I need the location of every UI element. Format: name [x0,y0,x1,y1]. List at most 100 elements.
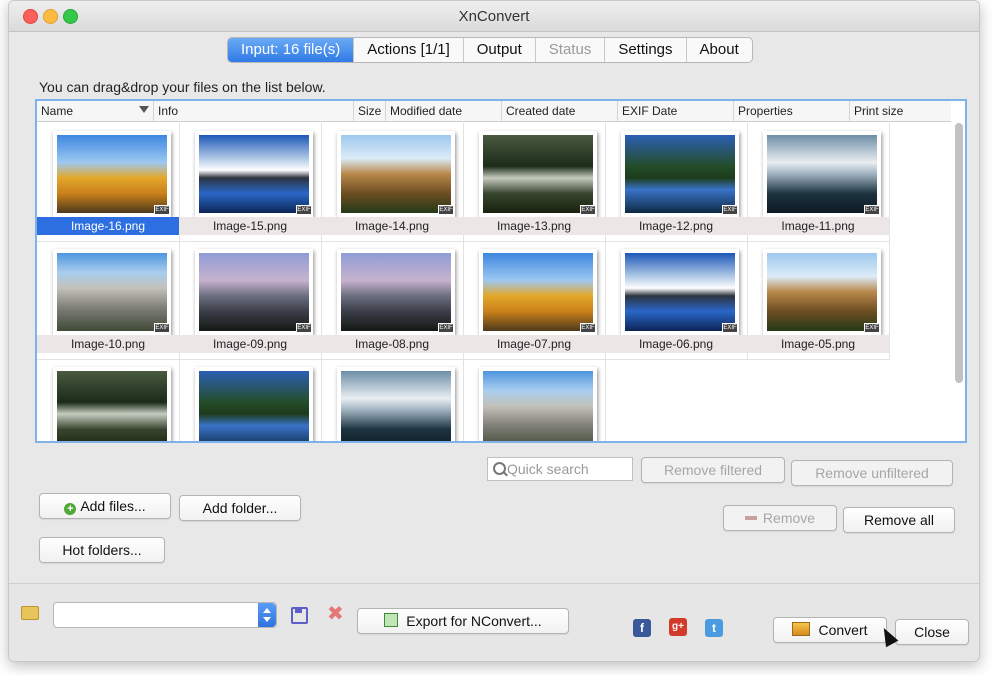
remove-icon [744,516,757,520]
image-thumbnail: EXIF [195,367,313,443]
file-name-label: Image-13.png [463,217,605,235]
exif-badge-icon: EXIF [864,205,880,215]
tab-status[interactable]: Status [536,38,606,62]
search-icon [493,462,506,475]
quick-search-input[interactable]: Quick search [487,457,633,481]
image-thumbnail: EXIF [53,131,171,217]
column-info[interactable]: Info [153,101,268,121]
export-label: Export for NConvert... [406,613,542,629]
image-thumbnail: EXIF [763,131,881,217]
image-thumbnail: EXIF [621,131,739,217]
exif-badge-icon: EXIF [722,323,738,333]
facebook-icon[interactable]: f [633,619,651,637]
file-thumbnail-cell[interactable]: EXIF Image-14.png [321,123,464,242]
export-nconvert-button[interactable]: Export for NConvert... [357,608,569,634]
file-thumbnail-cell[interactable]: EXIF Image-07.png [463,241,606,360]
tab-input[interactable]: Input: 16 file(s) [228,38,355,62]
file-list-scrollbar[interactable] [955,123,963,383]
file-thumbnail-cell[interactable]: EXIF Image-06.png [605,241,748,360]
exif-badge-icon: EXIF [580,441,596,443]
tab-about[interactable]: About [687,38,752,62]
image-thumbnail: EXIF [337,249,455,335]
image-thumbnail: EXIF [195,249,313,335]
file-name-label: Image-09.png [179,335,321,353]
file-name-label: Image-06.png [605,335,747,353]
file-name-label: Image-12.png [605,217,747,235]
remove-filtered-button[interactable]: Remove filtered [641,457,785,483]
preset-select[interactable] [53,602,277,628]
image-thumbnail: EXIF [479,249,597,335]
file-thumbnail-cell[interactable]: EXIF Image-16.png [37,123,180,242]
exif-badge-icon: EXIF [438,205,454,215]
file-name-label: Image-05.png [747,335,889,353]
file-thumbnail-cell[interactable]: EXIF Image-15.png [179,123,322,242]
column-modified-date[interactable]: Modified date [385,101,490,121]
column-name[interactable]: Name [37,101,151,121]
column-size[interactable]: Size [353,101,388,121]
window-title: XnConvert [458,8,530,25]
exif-badge-icon: EXIF [154,323,170,333]
image-thumbnail: EXIF [195,131,313,217]
close-button[interactable]: Close [895,619,969,645]
file-thumbnail-cell[interactable]: EXIF [179,359,322,443]
file-list[interactable]: Name Info Size Modified date Created dat… [35,99,967,443]
column-created-date[interactable]: Created date [501,101,606,121]
remove-all-button[interactable]: Remove all [843,507,955,533]
file-thumbnail-cell[interactable]: EXIF Image-05.png [747,241,890,360]
image-thumbnail: EXIF [53,367,171,443]
exif-badge-icon: EXIF [154,205,170,215]
image-thumbnail: EXIF [337,367,455,441]
remove-label: Remove [762,510,816,526]
save-preset-icon[interactable] [291,607,308,624]
preset-stepper-icon[interactable] [258,603,276,627]
file-thumbnail-cell[interactable]: EXIF Image-12.png [605,123,748,242]
file-name-label: Image-14.png [321,217,463,235]
add-icon: + [64,503,77,515]
column-exif-date[interactable]: EXIF Date [617,101,722,121]
file-thumbnail-cell[interactable]: EXIF [37,359,180,443]
quick-search-placeholder: Quick search [507,461,589,477]
file-thumbnail-cell[interactable]: EXIF Image-10.png [37,241,180,360]
main-tabs: Input: 16 file(s) Actions [1/1] Output S… [227,37,753,63]
exif-badge-icon: EXIF [296,441,312,443]
exif-badge-icon: EXIF [296,205,312,215]
folder-icon[interactable] [21,606,39,620]
file-thumbnail-cell[interactable]: EXIF Image-13.png [463,123,606,242]
twitter-icon[interactable]: t [705,619,723,637]
add-folder-button[interactable]: Add folder... [179,495,301,521]
exif-badge-icon: EXIF [580,205,596,215]
add-files-button[interactable]: + Add files... [39,493,171,519]
delete-preset-icon[interactable]: ✖ [327,602,344,626]
file-name-label: Image-16.png [37,217,179,235]
tab-output[interactable]: Output [464,38,536,62]
image-thumbnail: EXIF [479,367,597,443]
exif-badge-icon: EXIF [154,441,170,443]
file-thumbnail-cell[interactable]: EXIF [321,359,464,441]
tab-actions[interactable]: Actions [1/1] [354,38,464,62]
exif-badge-icon: EXIF [580,323,596,333]
column-properties[interactable]: Properties [733,101,838,121]
xnconvert-window: XnConvert Input: 16 file(s) Actions [1/1… [8,0,980,662]
convert-label: Convert [818,622,868,638]
file-name-label: Image-11.png [747,217,889,235]
hot-folders-button[interactable]: Hot folders... [39,537,165,563]
convert-button[interactable]: Convert [773,617,887,643]
column-print-size[interactable]: Print size [849,101,944,121]
file-thumbnail-cell[interactable]: EXIF Image-08.png [321,241,464,360]
file-thumbnail-cell[interactable]: EXIF [463,359,606,443]
google-plus-icon[interactable]: g+ [669,618,687,636]
file-thumbnail-cell[interactable]: EXIF Image-09.png [179,241,322,360]
column-header-row: Name Info Size Modified date Created dat… [37,101,951,122]
image-thumbnail: EXIF [621,249,739,335]
file-thumbnail-cell[interactable]: EXIF Image-11.png [747,123,890,242]
tab-settings[interactable]: Settings [605,38,687,62]
remove-button[interactable]: Remove [723,505,837,531]
image-thumbnail: EXIF [337,131,455,217]
file-name-label: Image-15.png [179,217,321,235]
sort-down-icon [139,106,149,113]
remove-unfiltered-button[interactable]: Remove unfiltered [791,460,953,486]
title-bar: XnConvert [9,1,979,32]
file-name-label: Image-07.png [463,335,605,353]
image-thumbnail: EXIF [763,249,881,335]
exif-badge-icon: EXIF [722,205,738,215]
